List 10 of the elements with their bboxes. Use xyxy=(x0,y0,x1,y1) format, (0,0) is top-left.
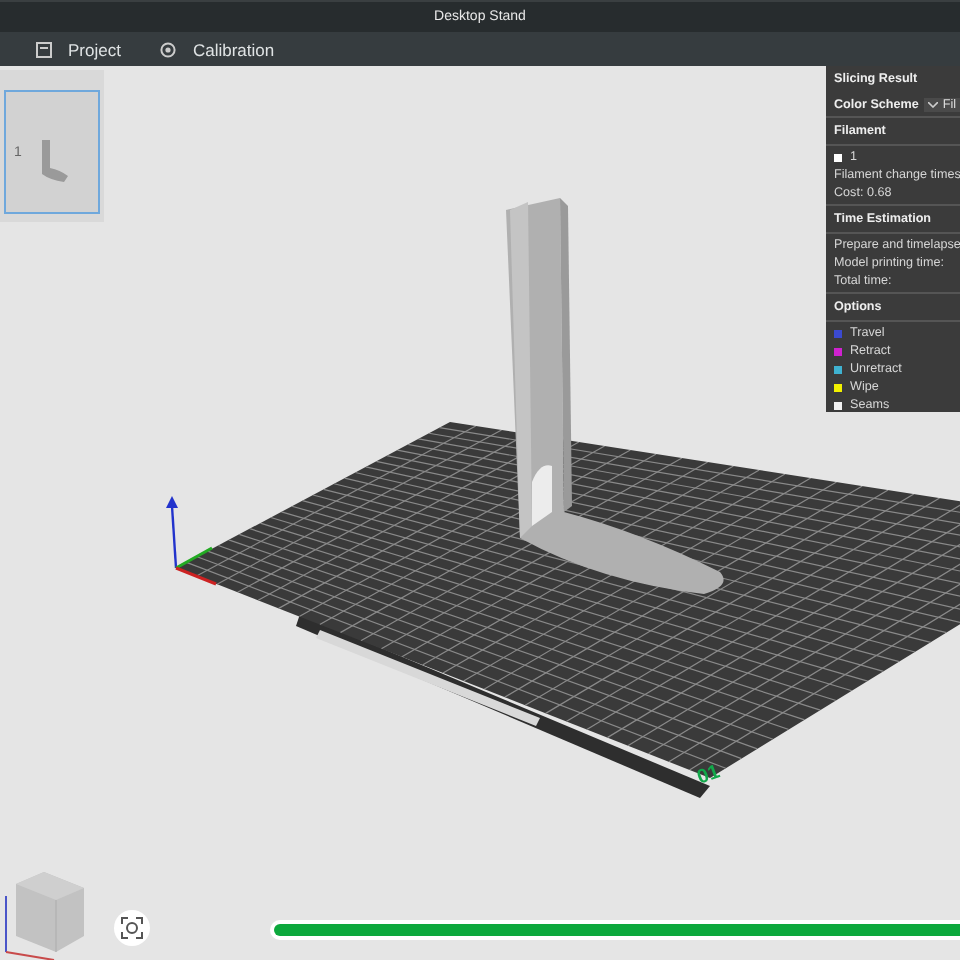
tab[interactable]: Calibration xyxy=(160,39,275,59)
reset-view-button[interactable] xyxy=(114,910,150,946)
document-icon xyxy=(36,41,52,57)
model-thumbnail-icon xyxy=(38,140,70,184)
axes-icon xyxy=(166,496,217,586)
target-icon xyxy=(160,41,177,57)
plate-number: 01 xyxy=(694,761,723,790)
chevron-down-icon xyxy=(928,102,939,108)
camera-focus-icon xyxy=(120,916,144,940)
tab[interactable]: Project xyxy=(36,39,121,59)
